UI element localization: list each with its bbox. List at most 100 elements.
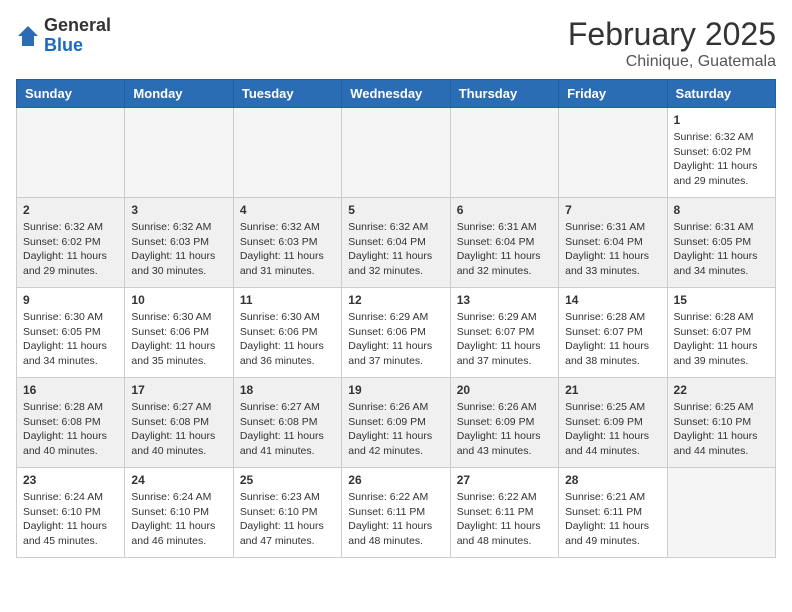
day-number: 10	[131, 293, 226, 307]
calendar-header-thursday: Thursday	[450, 80, 558, 108]
calendar-cell: 1 Sunrise: 6:32 AM Sunset: 6:02 PM Daylig…	[667, 108, 775, 198]
day-number: 17	[131, 383, 226, 397]
day-info: Sunrise: 6:32 AM Sunset: 6:03 PM Dayligh…	[131, 220, 226, 279]
day-info: Sunrise: 6:32 AM Sunset: 6:03 PM Dayligh…	[240, 220, 335, 279]
day-info: Sunrise: 6:31 AM Sunset: 6:04 PM Dayligh…	[565, 220, 660, 279]
day-info: Sunrise: 6:31 AM Sunset: 6:04 PM Dayligh…	[457, 220, 552, 279]
day-number: 3	[131, 203, 226, 217]
calendar-cell: 12Sunrise: 6:29 AM Sunset: 6:06 PM Dayli…	[342, 288, 450, 378]
calendar-header-row: SundayMondayTuesdayWednesdayThursdayFrid…	[17, 80, 776, 108]
calendar-cell: 21Sunrise: 6:25 AM Sunset: 6:09 PM Dayli…	[559, 378, 667, 468]
day-number: 2	[23, 203, 118, 217]
calendar-cell: 8Sunrise: 6:31 AM Sunset: 6:05 PM Daylig…	[667, 198, 775, 288]
calendar-cell: 10 Sunrise: 6:30 AM Sunset: 6:06 PM Dayli…	[125, 288, 233, 378]
day-info: Sunrise: 6:23 AM Sunset: 6:10 PM Dayligh…	[240, 490, 335, 549]
day-number: 6	[457, 203, 552, 217]
calendar-week-row: 2 Sunrise: 6:32 AM Sunset: 6:02 PM Daylig…	[17, 198, 776, 288]
calendar-header-tuesday: Tuesday	[233, 80, 341, 108]
calendar-cell	[450, 108, 558, 198]
calendar-cell	[125, 108, 233, 198]
location-subtitle: Chinique, Guatemala	[568, 53, 776, 71]
day-info: Sunrise: 6:27 AM Sunset: 6:08 PM Dayligh…	[131, 400, 226, 459]
calendar-cell	[233, 108, 341, 198]
day-info: Sunrise: 6:25 AM Sunset: 6:10 PM Dayligh…	[674, 400, 769, 459]
day-number: 4	[240, 203, 335, 217]
calendar-cell: 4 Sunrise: 6:32 AM Sunset: 6:03 PM Daylig…	[233, 198, 341, 288]
calendar-header-monday: Monday	[125, 80, 233, 108]
day-info: Sunrise: 6:21 AM Sunset: 6:11 PM Dayligh…	[565, 490, 660, 549]
day-number: 20	[457, 383, 552, 397]
day-info: Sunrise: 6:31 AM Sunset: 6:05 PM Dayligh…	[674, 220, 769, 279]
calendar-week-row: 23 Sunrise: 6:24 AM Sunset: 6:10 PM Dayli…	[17, 468, 776, 558]
day-number: 19	[348, 383, 443, 397]
day-number: 23	[23, 473, 118, 487]
calendar-week-row: 16 Sunrise: 6:28 AM Sunset: 6:08 PM Dayli…	[17, 378, 776, 468]
calendar-cell	[559, 108, 667, 198]
calendar-cell: 3 Sunrise: 6:32 AM Sunset: 6:03 PM Daylig…	[125, 198, 233, 288]
calendar-cell	[17, 108, 125, 198]
day-number: 12	[348, 293, 443, 307]
day-number: 26	[348, 473, 443, 487]
day-info: Sunrise: 6:22 AM Sunset: 6:11 PM Dayligh…	[457, 490, 552, 549]
day-number: 25	[240, 473, 335, 487]
calendar-cell: 11 Sunrise: 6:30 AM Sunset: 6:06 PM Dayli…	[233, 288, 341, 378]
day-info: Sunrise: 6:30 AM Sunset: 6:05 PM Dayligh…	[23, 310, 118, 369]
day-info: Sunrise: 6:24 AM Sunset: 6:10 PM Dayligh…	[23, 490, 118, 549]
day-info: Sunrise: 6:26 AM Sunset: 6:09 PM Dayligh…	[348, 400, 443, 459]
day-info: Sunrise: 6:28 AM Sunset: 6:08 PM Dayligh…	[23, 400, 118, 459]
day-info: Sunrise: 6:28 AM Sunset: 6:07 PM Dayligh…	[674, 310, 769, 369]
calendar-cell: 2 Sunrise: 6:32 AM Sunset: 6:02 PM Daylig…	[17, 198, 125, 288]
logo-general-text: General	[44, 15, 111, 35]
calendar-cell: 14 Sunrise: 6:28 AM Sunset: 6:07 PM Dayli…	[559, 288, 667, 378]
day-info: Sunrise: 6:26 AM Sunset: 6:09 PM Dayligh…	[457, 400, 552, 459]
day-number: 24	[131, 473, 226, 487]
day-number: 18	[240, 383, 335, 397]
day-number: 27	[457, 473, 552, 487]
page-header: General Blue February 2025 Chinique, Gua…	[16, 16, 776, 71]
day-info: Sunrise: 6:32 AM Sunset: 6:04 PM Dayligh…	[348, 220, 443, 279]
calendar-header-friday: Friday	[559, 80, 667, 108]
calendar-header-saturday: Saturday	[667, 80, 775, 108]
calendar-cell	[342, 108, 450, 198]
day-number: 5	[348, 203, 443, 217]
day-info: Sunrise: 6:29 AM Sunset: 6:07 PM Dayligh…	[457, 310, 552, 369]
day-info: Sunrise: 6:32 AM Sunset: 6:02 PM Dayligh…	[674, 130, 769, 189]
day-info: Sunrise: 6:22 AM Sunset: 6:11 PM Dayligh…	[348, 490, 443, 549]
day-info: Sunrise: 6:24 AM Sunset: 6:10 PM Dayligh…	[131, 490, 226, 549]
logo: General Blue	[16, 16, 111, 56]
calendar-cell: 18 Sunrise: 6:27 AM Sunset: 6:08 PM Dayli…	[233, 378, 341, 468]
calendar-header-sunday: Sunday	[17, 80, 125, 108]
calendar-cell: 13Sunrise: 6:29 AM Sunset: 6:07 PM Dayli…	[450, 288, 558, 378]
day-number: 16	[23, 383, 118, 397]
day-info: Sunrise: 6:30 AM Sunset: 6:06 PM Dayligh…	[131, 310, 226, 369]
day-info: Sunrise: 6:30 AM Sunset: 6:06 PM Dayligh…	[240, 310, 335, 369]
calendar-cell: 26 Sunrise: 6:22 AM Sunset: 6:11 PM Dayli…	[342, 468, 450, 558]
calendar-cell: 9 Sunrise: 6:30 AM Sunset: 6:05 PM Daylig…	[17, 288, 125, 378]
day-number: 1	[674, 113, 769, 127]
calendar-cell	[667, 468, 775, 558]
logo-blue-text: Blue	[44, 35, 83, 55]
day-info: Sunrise: 6:27 AM Sunset: 6:08 PM Dayligh…	[240, 400, 335, 459]
calendar-cell: 20 Sunrise: 6:26 AM Sunset: 6:09 PM Dayli…	[450, 378, 558, 468]
day-info: Sunrise: 6:28 AM Sunset: 6:07 PM Dayligh…	[565, 310, 660, 369]
day-number: 28	[565, 473, 660, 487]
calendar-cell: 25 Sunrise: 6:23 AM Sunset: 6:10 PM Dayli…	[233, 468, 341, 558]
day-number: 14	[565, 293, 660, 307]
day-number: 22	[674, 383, 769, 397]
calendar-cell: 16 Sunrise: 6:28 AM Sunset: 6:08 PM Dayli…	[17, 378, 125, 468]
calendar-week-row: 9 Sunrise: 6:30 AM Sunset: 6:05 PM Daylig…	[17, 288, 776, 378]
calendar-cell: 27 Sunrise: 6:22 AM Sunset: 6:11 PM Dayli…	[450, 468, 558, 558]
calendar-cell: 28 Sunrise: 6:21 AM Sunset: 6:11 PM Dayli…	[559, 468, 667, 558]
logo-icon	[16, 24, 40, 48]
day-number: 7	[565, 203, 660, 217]
calendar-cell: 22 Sunrise: 6:25 AM Sunset: 6:10 PM Dayli…	[667, 378, 775, 468]
calendar-cell: 6 Sunrise: 6:31 AM Sunset: 6:04 PM Daylig…	[450, 198, 558, 288]
calendar-cell: 24 Sunrise: 6:24 AM Sunset: 6:10 PM Dayli…	[125, 468, 233, 558]
calendar-header-wednesday: Wednesday	[342, 80, 450, 108]
calendar-cell: 7 Sunrise: 6:31 AM Sunset: 6:04 PM Daylig…	[559, 198, 667, 288]
day-number: 11	[240, 293, 335, 307]
day-info: Sunrise: 6:32 AM Sunset: 6:02 PM Dayligh…	[23, 220, 118, 279]
calendar-table: SundayMondayTuesdayWednesdayThursdayFrid…	[16, 79, 776, 558]
day-number: 9	[23, 293, 118, 307]
calendar-week-row: 1 Sunrise: 6:32 AM Sunset: 6:02 PM Daylig…	[17, 108, 776, 198]
